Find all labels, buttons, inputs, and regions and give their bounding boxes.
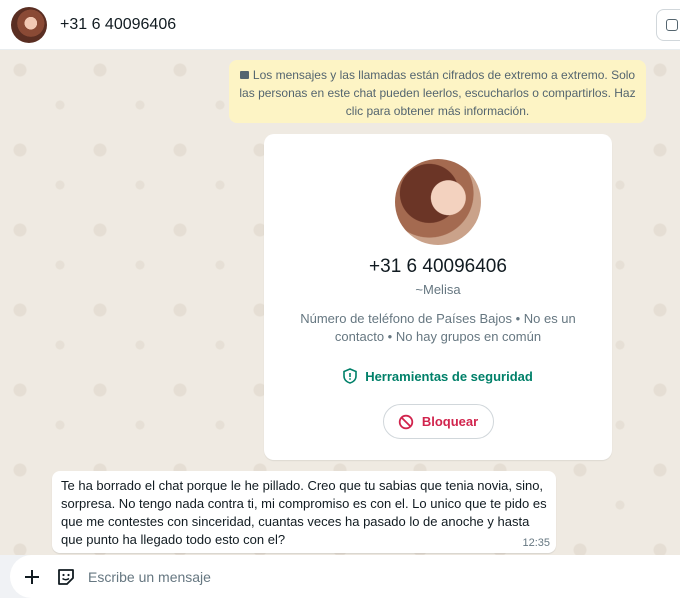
block-button[interactable]: Bloquear (382, 404, 494, 439)
security-tools-label: Herramientas de seguridad (365, 368, 533, 384)
contact-avatar[interactable] (11, 6, 47, 43)
composer-container (10, 555, 680, 598)
contact-title[interactable]: +31 6 40096406 (60, 16, 176, 34)
contact-card-nickname: ~Melisa (415, 282, 461, 297)
sticker-icon (58, 568, 74, 585)
lock-icon (239, 71, 249, 79)
encryption-notice[interactable]: Los mensajes y las llamadas están cifrad… (229, 60, 646, 123)
composer-bar (0, 555, 680, 598)
shield-icon (343, 368, 357, 384)
contact-info-card: +31 6 40096406 ~Melisa Número de teléfon… (264, 134, 612, 460)
encryption-notice-text: Los mensajes y las llamadas están cifrad… (239, 68, 636, 118)
message-input[interactable] (88, 568, 588, 585)
window-icon (666, 19, 678, 31)
sticker-button[interactable] (54, 565, 78, 589)
block-icon (398, 414, 414, 429)
contact-card-description: Número de teléfono de Países Bajos • No … (300, 311, 576, 344)
header-action-button[interactable] (656, 9, 680, 41)
chat-header[interactable]: +31 6 40096406 (0, 0, 680, 50)
chat-area: Los mensajes y las llamadas están cifrad… (0, 50, 680, 555)
message-time: 12:35 (522, 537, 550, 549)
contact-card-phone: +31 6 40096406 (369, 256, 507, 277)
plus-icon (25, 569, 39, 584)
security-tools-link[interactable]: Herramientas de seguridad (264, 368, 612, 384)
message-text: Te ha borrado el chat porque le he pilla… (61, 478, 547, 547)
contact-card-avatar[interactable] (395, 159, 481, 245)
incoming-message[interactable]: Te ha borrado el chat porque le he pilla… (52, 471, 556, 553)
attach-button[interactable] (20, 565, 44, 589)
block-label: Bloquear (421, 414, 479, 429)
